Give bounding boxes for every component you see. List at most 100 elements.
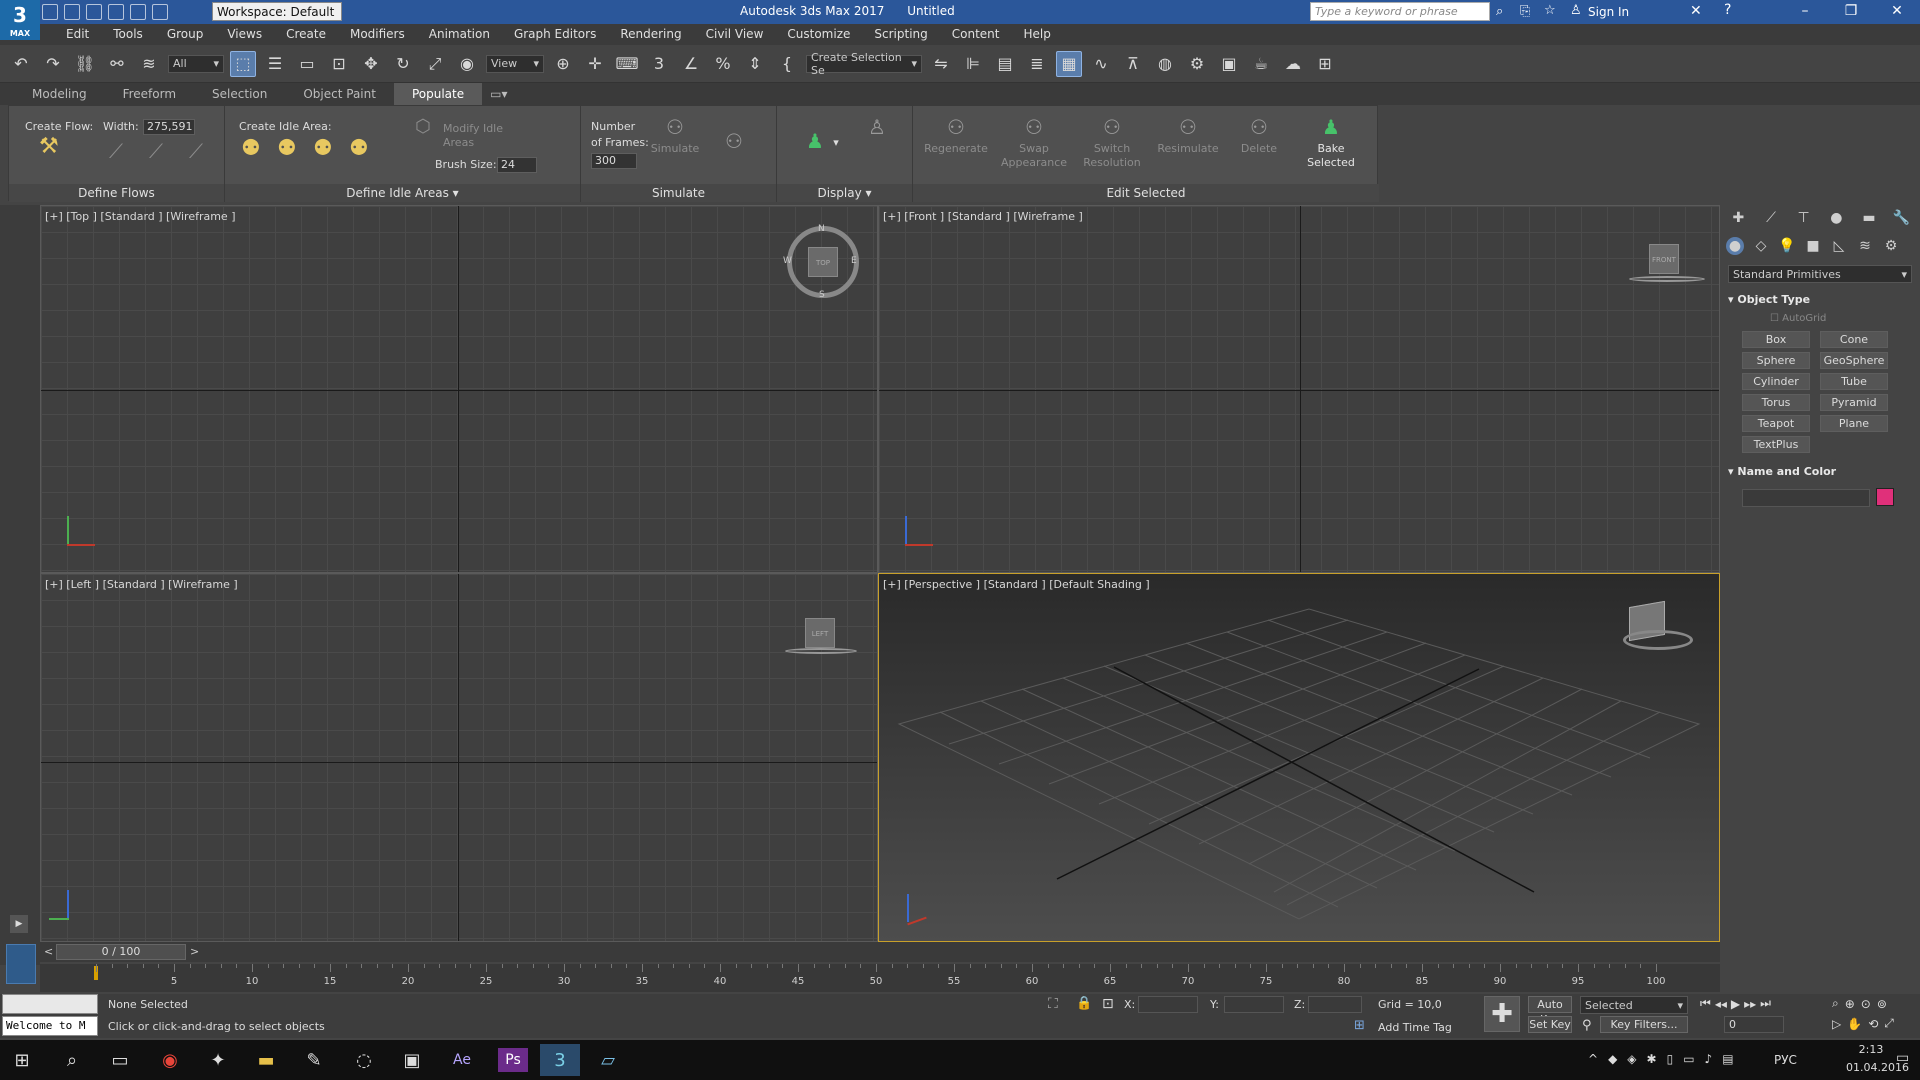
viewcube-ring[interactable] bbox=[785, 648, 857, 654]
select-object-icon[interactable]: ⬚ bbox=[230, 50, 256, 77]
clock-time[interactable]: 2:13 bbox=[1846, 1043, 1896, 1056]
isolate-selection-icon[interactable]: ⛶ bbox=[1048, 996, 1058, 1012]
bind-space-warp-icon[interactable]: ≋ bbox=[136, 51, 162, 77]
simulate-options-icon[interactable]: ⚇ bbox=[719, 128, 749, 156]
start-button-icon[interactable]: ⊞ bbox=[2, 1044, 42, 1076]
exchange-apps-icon[interactable]: ✕ bbox=[1690, 3, 1702, 19]
rotate-icon[interactable]: ↻ bbox=[390, 51, 416, 77]
time-slider-thumb[interactable]: 0 / 100 bbox=[56, 944, 186, 960]
next-key-icon[interactable]: ▸▸ bbox=[1744, 997, 1756, 1011]
name-and-color-rollout[interactable]: ▾ Name and Color bbox=[1728, 465, 1836, 478]
app-logo[interactable]: 3 MAX bbox=[0, 0, 40, 40]
expand-layouts-icon[interactable]: ▶ bbox=[10, 915, 28, 933]
play-icon[interactable]: ▶ bbox=[1731, 997, 1740, 1011]
idle-area-circle-icon[interactable]: ⚉ bbox=[277, 138, 297, 160]
rect-selection-icon[interactable]: ▭ bbox=[294, 51, 320, 77]
tab-populate[interactable]: Populate bbox=[393, 83, 483, 105]
swap-appearance-button[interactable]: ⚇ Swap Appearance bbox=[999, 114, 1069, 170]
percent-snap-icon[interactable]: % bbox=[710, 51, 736, 77]
viewport-top[interactable]: [+] [Top ] [Standard ] [Wireframe ] TOP … bbox=[40, 205, 878, 573]
game-app-icon[interactable]: ✦ bbox=[198, 1044, 238, 1076]
render-setup-icon[interactable]: ⚙ bbox=[1184, 51, 1210, 77]
simulate-button[interactable]: ⚇ Simulate bbox=[647, 114, 703, 156]
rendered-frame-icon[interactable]: ▣ bbox=[1216, 51, 1242, 77]
layer-explorer-icon[interactable]: ≣ bbox=[1024, 51, 1050, 77]
shapes-icon[interactable]: ◇ bbox=[1752, 237, 1770, 255]
viewcube-top[interactable]: TOP bbox=[808, 247, 838, 277]
current-frame-input[interactable]: 0 bbox=[1724, 1016, 1784, 1033]
terminal-icon[interactable]: ▣ bbox=[392, 1044, 432, 1076]
3dsmax-taskbar-icon[interactable]: 3 bbox=[540, 1044, 580, 1076]
undo-icon[interactable] bbox=[108, 4, 124, 20]
toggle-ribbon-icon[interactable]: ▦ bbox=[1056, 50, 1082, 77]
tray-network-icon[interactable]: ◈ bbox=[1627, 1052, 1636, 1066]
chrome-icon[interactable]: ◉ bbox=[150, 1044, 190, 1076]
binoculars-icon[interactable]: ⌕ bbox=[1496, 4, 1503, 19]
cone-button[interactable]: Cone bbox=[1820, 331, 1888, 348]
tube-button[interactable]: Tube bbox=[1820, 373, 1888, 390]
search-icon[interactable]: ⌕ bbox=[52, 1044, 92, 1076]
spinner-snap-icon[interactable]: ⇕ bbox=[742, 51, 768, 77]
maximize-button[interactable]: ❐ bbox=[1828, 0, 1874, 24]
maxscript-listener-top[interactable] bbox=[2, 994, 98, 1014]
maxscript-mini-listener[interactable]: Welcome to M bbox=[2, 1016, 98, 1036]
redo-icon[interactable] bbox=[130, 4, 146, 20]
viewcube-ring[interactable] bbox=[1623, 630, 1693, 650]
task-view-icon[interactable]: ▭ bbox=[100, 1044, 140, 1076]
display-title[interactable]: Display ▾ bbox=[777, 184, 912, 202]
viewcube-front[interactable]: FRONT bbox=[1649, 244, 1679, 274]
minimize-button[interactable]: – bbox=[1782, 0, 1828, 24]
menu-modifiers[interactable]: Modifiers bbox=[338, 24, 417, 45]
mirror-icon[interactable]: ⇋ bbox=[928, 51, 954, 77]
bake-selected-button[interactable]: ♟ Bake Selected bbox=[1301, 114, 1361, 170]
viewport-front[interactable]: [+] [Front ] [Standard ] [Wireframe ] FR… bbox=[878, 205, 1720, 573]
object-name-input[interactable] bbox=[1742, 489, 1870, 507]
named-selection-sets-dropdown[interactable]: Create Selection Se ▾ bbox=[806, 51, 922, 77]
pyramid-button[interactable]: Pyramid bbox=[1820, 394, 1888, 411]
modify-tab-icon[interactable]: ⟋ bbox=[1762, 209, 1780, 227]
key-mode-icon[interactable]: ⚲ bbox=[1582, 1018, 1592, 1033]
render-production-icon[interactable]: ☕ bbox=[1248, 51, 1274, 77]
menu-animation[interactable]: Animation bbox=[417, 24, 502, 45]
create-flow-icon[interactable]: ⚒ bbox=[39, 136, 59, 158]
y-coord-input[interactable] bbox=[1224, 996, 1284, 1013]
a360-gallery-icon[interactable]: ⊞ bbox=[1312, 51, 1338, 77]
teapot-button[interactable]: Teapot bbox=[1742, 415, 1810, 432]
modify-idle-areas-button[interactable]: Modify Idle Areas bbox=[443, 122, 513, 150]
menu-civil-view[interactable]: Civil View bbox=[694, 24, 776, 45]
plane-button[interactable]: Plane bbox=[1820, 415, 1888, 432]
keyboard-shortcut-icon[interactable]: ⌨ bbox=[614, 51, 640, 77]
reference-coord-dropdown[interactable]: View ▾ bbox=[486, 54, 544, 73]
zoom-icon[interactable]: ⌕ bbox=[1832, 996, 1839, 1011]
next-frame-arrow[interactable]: > bbox=[190, 945, 199, 958]
flow-ramp-icon[interactable]: ⟋ bbox=[149, 141, 163, 161]
close-button[interactable]: ✕ bbox=[1874, 0, 1920, 24]
unlink-icon[interactable]: ⚯ bbox=[104, 51, 130, 77]
zoom-extents-icon[interactable]: ⊙ bbox=[1861, 997, 1871, 1011]
menu-rendering[interactable]: Rendering bbox=[608, 24, 693, 45]
menu-group[interactable]: Group bbox=[155, 24, 216, 45]
selection-filter-dropdown[interactable]: All ▾ bbox=[168, 54, 224, 73]
motion-tab-icon[interactable]: ● bbox=[1827, 209, 1845, 227]
lights-icon[interactable]: 💡 bbox=[1778, 237, 1796, 255]
menu-edit[interactable]: Edit bbox=[54, 24, 101, 45]
flow-segment-icon[interactable]: ⟋ bbox=[109, 141, 123, 161]
primitive-category-dropdown[interactable]: Standard Primitives ▾ bbox=[1728, 265, 1912, 283]
search-input[interactable]: Type a keyword or phrase bbox=[1310, 2, 1490, 21]
menu-views[interactable]: Views bbox=[215, 24, 274, 45]
geometry-icon[interactable]: ● bbox=[1726, 237, 1744, 255]
cylinder-button[interactable]: Cylinder bbox=[1742, 373, 1810, 390]
zoom-extents-all-icon[interactable]: ⊚ bbox=[1877, 997, 1887, 1011]
sphere-button[interactable]: Sphere bbox=[1742, 352, 1810, 369]
move-icon[interactable]: ✥ bbox=[358, 51, 384, 77]
redo-icon[interactable]: ↷ bbox=[40, 51, 66, 77]
absolute-mode-icon[interactable]: ⊡ bbox=[1102, 996, 1114, 1012]
systems-icon[interactable]: ⚙ bbox=[1882, 237, 1900, 255]
helpers-icon[interactable]: ◺ bbox=[1830, 237, 1848, 255]
display-dropdown-icon[interactable]: ▾ bbox=[829, 136, 843, 150]
help-icon[interactable]: ? bbox=[1724, 2, 1731, 18]
track-bar[interactable]: 5 10 15 20 25 30 35 40 45 50 55 60 65 70 75 80 85 90 95 100 bbox=[40, 964, 1720, 992]
selection-lock-icon[interactable]: 🔒 bbox=[1076, 996, 1092, 1011]
display-flow-icon[interactable]: ♙ bbox=[857, 114, 897, 142]
undo-icon[interactable]: ↶ bbox=[8, 51, 34, 77]
